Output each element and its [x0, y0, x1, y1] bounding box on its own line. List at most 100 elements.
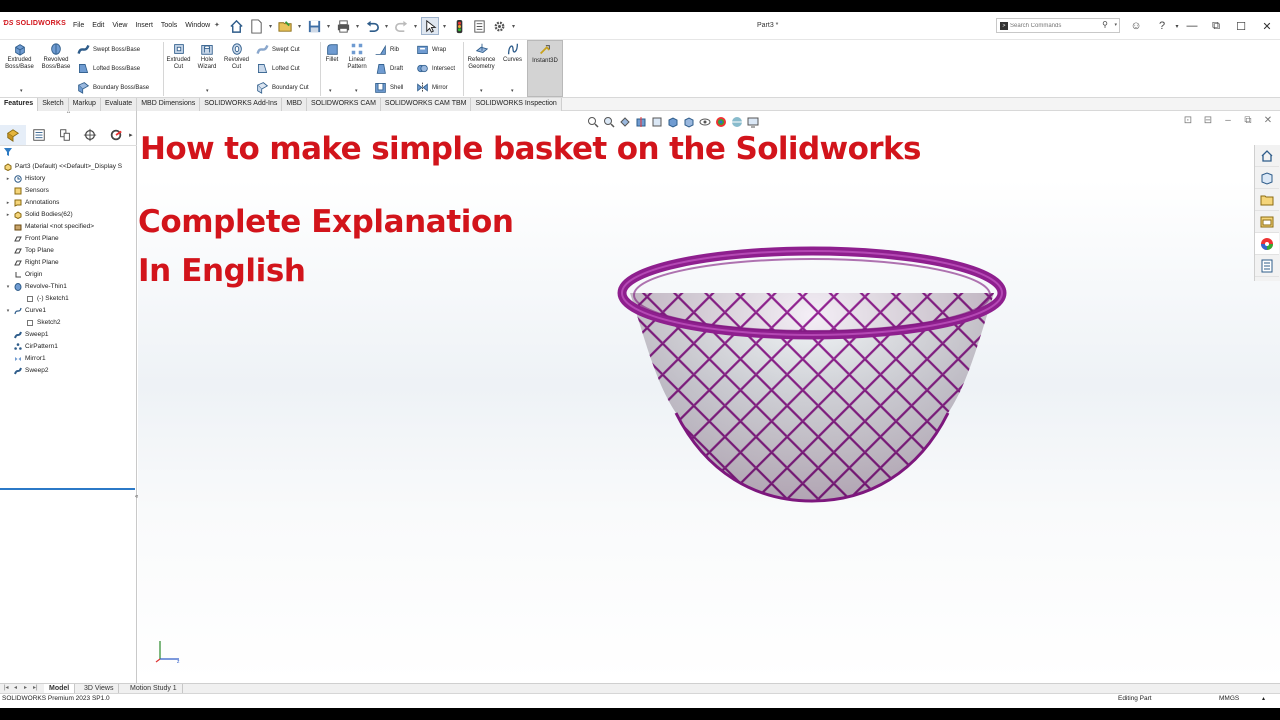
tree-item[interactable]: CirPattern1 — [0, 341, 137, 353]
viewport-restore-icon[interactable]: ⧉ — [1242, 114, 1254, 126]
expand-toggle-icon[interactable]: ▾ — [5, 281, 11, 293]
view-palette-tab[interactable] — [1255, 211, 1279, 233]
lofted-boss-base-button[interactable]: Lofted Boss/Base — [77, 62, 140, 75]
property-manager-tab[interactable] — [26, 125, 52, 145]
tab-evaluate[interactable]: Evaluate — [100, 98, 138, 111]
boundary-cut-button[interactable]: Boundary Cut — [256, 81, 309, 94]
print-dropdown-icon[interactable]: ▾ — [354, 17, 361, 35]
menu-edit[interactable]: Edit — [92, 22, 104, 29]
extruded-cut-button[interactable]: Extruded Cut — [164, 42, 193, 71]
feature-manager-tab[interactable] — [0, 124, 26, 145]
tree-item[interactable]: Sensors — [0, 185, 137, 197]
tab-solidworks-add-ins[interactable]: SOLIDWORKS Add-Ins — [200, 98, 283, 111]
zoom-to-fit-icon[interactable] — [586, 115, 600, 129]
mirror-button[interactable]: Mirror — [416, 81, 448, 94]
filter-icon[interactable] — [4, 148, 12, 158]
curves-button[interactable]: Curves — [500, 42, 525, 64]
tile-view-icon[interactable]: ⊟ — [1202, 114, 1214, 126]
rollback-bar[interactable] — [0, 488, 135, 490]
select-cursor-icon[interactable] — [421, 17, 439, 35]
print-icon[interactable] — [334, 17, 352, 35]
tree-item[interactable]: ▸ Solid Bodies(62) — [0, 209, 137, 221]
configuration-manager-tab[interactable] — [52, 125, 78, 145]
close-window-icon[interactable]: ✕ — [1259, 18, 1275, 34]
pin-menu-icon[interactable]: ✦ — [214, 21, 220, 29]
tree-item[interactable]: Sketch2 — [0, 317, 137, 329]
display-manager-tab[interactable] — [103, 125, 129, 145]
instant3d-button[interactable]: Instant3D — [527, 40, 563, 97]
open-folder-icon[interactable] — [276, 17, 294, 35]
file-explorer-tab[interactable] — [1255, 189, 1279, 211]
lofted-cut-button[interactable]: Lofted Cut — [256, 62, 300, 75]
save-icon[interactable] — [305, 17, 323, 35]
revolved-cut-button[interactable]: Revolved Cut — [221, 42, 252, 71]
help-icon[interactable]: ? — [1155, 19, 1169, 33]
hole-wizard-button[interactable]: Hole Wizard — [194, 42, 220, 71]
more-tabs-arrow-icon[interactable]: ▸ — [129, 131, 137, 139]
solidworks-logo[interactable]: ƊS SOLIDWORKS — [3, 20, 66, 27]
tree-item[interactable]: Material <not specified> — [0, 221, 137, 233]
display-style-icon[interactable] — [682, 115, 696, 129]
units-dropdown-icon[interactable]: ▴ — [1262, 694, 1265, 704]
unit-system-selector[interactable]: MMGS — [1219, 694, 1239, 704]
tree-item[interactable]: Front Plane — [0, 233, 137, 245]
edit-appearance-icon[interactable] — [714, 115, 728, 129]
next-tab-arrow-icon[interactable]: ▸ — [24, 684, 27, 691]
hide-show-items-icon[interactable] — [698, 115, 712, 129]
view-orientation-icon[interactable] — [666, 115, 680, 129]
search-input[interactable] — [1010, 20, 1100, 31]
restore-window-icon[interactable]: ⧉ — [1208, 18, 1224, 34]
curves-dropdown-icon[interactable]: ▾ — [511, 88, 514, 94]
shell-button[interactable]: Shell — [374, 81, 403, 94]
wrap-button[interactable]: Wrap — [416, 43, 446, 56]
section-view-icon[interactable] — [634, 115, 648, 129]
tab-sketch[interactable]: Sketch — [38, 98, 69, 111]
apply-scene-icon[interactable] — [730, 115, 744, 129]
menu-file[interactable]: File — [73, 22, 84, 29]
tab-mbd[interactable]: MBD — [282, 98, 307, 111]
first-tab-arrow-icon[interactable]: |◂ — [4, 684, 9, 691]
search-icon[interactable]: ⚲ — [1102, 20, 1108, 29]
design-library-tab[interactable] — [1255, 167, 1279, 189]
tree-item[interactable]: Top Plane — [0, 245, 137, 257]
intersect-button[interactable]: Intersect — [416, 62, 455, 75]
boss-dropdown-icon[interactable]: ▾ — [20, 88, 23, 94]
menu-tools[interactable]: Tools — [161, 22, 177, 29]
reference-geometry-dropdown-icon[interactable]: ▾ — [480, 88, 483, 94]
home-icon[interactable] — [227, 17, 245, 35]
redo-icon[interactable] — [392, 17, 410, 35]
tree-root-part[interactable]: Part3 (Default) <<Default>_Display S — [0, 161, 137, 173]
search-commands-box[interactable]: > ⚲ ▾ — [996, 18, 1120, 33]
dynamic-annotation-icon[interactable] — [650, 115, 664, 129]
new-document-icon[interactable] — [247, 17, 265, 35]
solidworks-resources-tab[interactable] — [1255, 145, 1279, 167]
open-dropdown-icon[interactable]: ▾ — [296, 17, 303, 35]
tree-item[interactable]: ▸ Annotations — [0, 197, 137, 209]
minimize-window-icon[interactable]: — — [1184, 18, 1200, 34]
draft-button[interactable]: Draft — [374, 62, 403, 75]
swept-boss-base-button[interactable]: Swept Boss/Base — [77, 43, 140, 56]
options-dropdown-icon[interactable]: ▾ — [510, 17, 517, 35]
undo-icon[interactable] — [363, 17, 381, 35]
view-settings-icon[interactable] — [746, 115, 760, 129]
expand-toggle-icon[interactable]: ▾ — [5, 305, 11, 317]
revolved-boss-base-button[interactable]: Revolved Boss/Base — [38, 42, 74, 71]
help-dropdown-icon[interactable]: ▾ — [1170, 19, 1184, 33]
cut-dropdown-icon[interactable]: ▾ — [206, 88, 209, 94]
menu-view[interactable]: View — [112, 22, 127, 29]
zoom-to-area-icon[interactable] — [602, 115, 616, 129]
expand-toggle-icon[interactable]: ▸ — [5, 197, 11, 209]
maximize-window-icon[interactable]: ☐ — [1233, 18, 1249, 34]
tree-item[interactable]: ▾ Revolve-Thin1 — [0, 281, 137, 293]
tree-item[interactable]: Right Plane — [0, 257, 137, 269]
pattern-dropdown-icon[interactable]: ▾ — [355, 88, 358, 94]
tab-mbd-dimensions[interactable]: MBD Dimensions — [137, 98, 201, 111]
fillet-dropdown-icon[interactable]: ▾ — [329, 88, 332, 94]
tree-item[interactable]: (-) Sketch1 — [0, 293, 137, 305]
tree-item[interactable]: ▾ Curve1 — [0, 305, 137, 317]
tab-features[interactable]: Features — [0, 98, 39, 111]
split-view-icon[interactable]: ⊡ — [1182, 114, 1194, 126]
tree-item[interactable]: Sweep2 — [0, 365, 137, 377]
viewport-close-icon[interactable]: ✕ — [1262, 114, 1274, 126]
file-properties-icon[interactable] — [470, 17, 488, 35]
